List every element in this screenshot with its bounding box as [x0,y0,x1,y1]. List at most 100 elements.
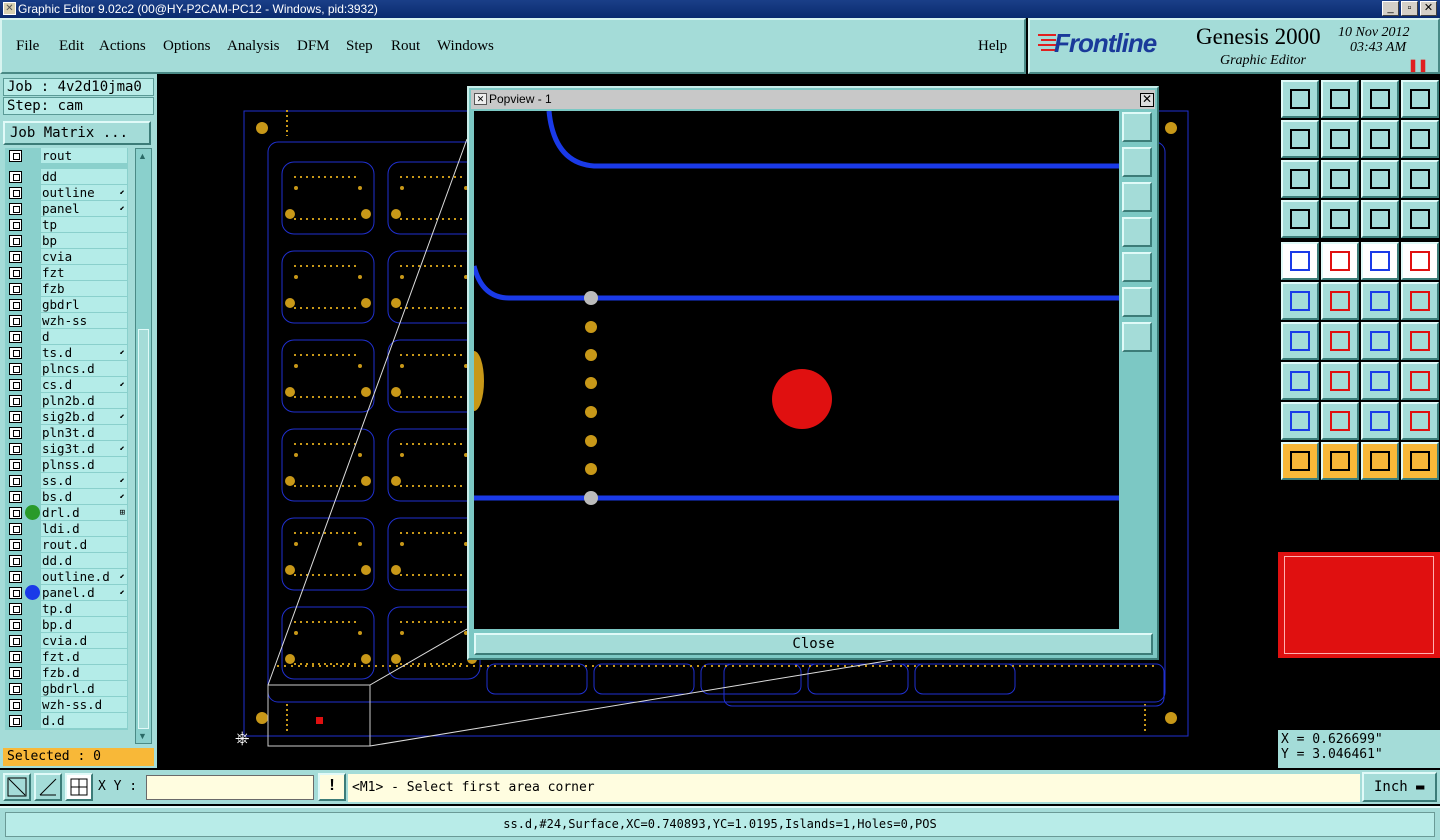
copy-icon[interactable] [1401,282,1439,320]
layer-name[interactable]: panel.d ⬋ [41,585,127,600]
layer-name[interactable]: plncs.d [41,361,127,376]
home-icon[interactable] [1361,80,1399,118]
layer-checkbox[interactable] [9,619,22,631]
snap-diagonal-icon[interactable] [3,773,31,801]
layer-checkbox[interactable] [9,555,22,567]
layer-checkbox[interactable] [9,459,22,471]
minimize-button[interactable]: _ [1382,1,1399,16]
layer-row[interactable]: dd [5,169,128,185]
layer-name[interactable]: rout.d [41,537,127,552]
layer-row[interactable]: cs.d ⬋ [5,377,128,393]
angle-icon[interactable] [1281,322,1319,360]
layer-row[interactable]: plncs.d [5,361,128,377]
popview-zoom-in-icon[interactable] [1122,287,1152,317]
layer-name[interactable]: outline ⬋ [41,185,127,200]
layer-checkbox[interactable] [9,491,22,503]
layer-row[interactable]: ts.d ⬋ [5,345,128,361]
pan-up-icon[interactable] [1281,80,1319,118]
menu-actions[interactable]: Actions [99,38,146,55]
maximize-button[interactable]: ▫ [1401,1,1418,16]
triangle-3-icon[interactable] [1361,402,1399,440]
line-icon[interactable] [1321,322,1359,360]
menu-rout[interactable]: Rout [391,38,420,55]
layer-name[interactable]: pln2b.d [41,393,127,408]
layer-name[interactable]: cs.d ⬋ [41,377,127,392]
snap-icon[interactable] [1401,120,1439,158]
draw-icon[interactable] [1321,242,1359,280]
layer-row[interactable]: bs.d ⬋ [5,489,128,505]
layer-row[interactable]: fzb.d [5,665,128,681]
layer-checkbox[interactable] [9,219,22,231]
layer-name[interactable]: cvia.d [41,633,127,648]
popview-pan-down-icon[interactable] [1122,182,1152,212]
layer-checkbox[interactable] [9,363,22,375]
measure-icon[interactable] [1281,200,1319,238]
popview-pan-right-icon[interactable] [1122,252,1152,282]
layer-row[interactable]: panel.d ⬋ [5,585,128,601]
menu-options[interactable]: Options [163,38,211,55]
popview-close-icon[interactable]: ✕ [1140,93,1154,107]
help-icon[interactable] [1401,160,1439,198]
layer-checkbox[interactable] [9,667,22,679]
pointer-icon[interactable] [1281,442,1319,480]
layer-checkbox[interactable] [9,379,22,391]
layer-checkbox[interactable] [9,539,22,551]
layer-checkbox[interactable] [9,395,22,407]
layer-row[interactable]: gbdrl [5,297,128,313]
triangle-2-icon[interactable] [1321,402,1359,440]
layer-checkbox[interactable] [9,235,22,247]
layer-name[interactable]: cvia [41,249,127,264]
select-feature-icon[interactable] [1281,242,1319,280]
layer-row[interactable]: d.d [5,713,128,729]
layer-checkbox[interactable] [9,299,22,311]
layer-checkbox[interactable] [9,251,22,263]
menu-analysis[interactable]: Analysis [227,38,280,55]
layer-checkbox[interactable] [9,683,22,695]
pan-down-icon[interactable] [1321,80,1359,118]
layer-row[interactable]: gbdrl.d [5,681,128,697]
layer-row[interactable]: wzh-ss.d [5,697,128,713]
layer-row[interactable]: fzt.d [5,649,128,665]
layer-row[interactable]: d [5,329,128,345]
cross-icon[interactable] [1321,282,1359,320]
layer-name[interactable]: ts.d ⬋ [41,345,127,360]
layer-row[interactable]: cvia.d [5,633,128,649]
layer-checkbox[interactable] [9,587,22,599]
popview-canvas[interactable] [471,110,1119,629]
layer-checkbox[interactable] [9,331,22,343]
scroll-thumb[interactable] [138,329,149,729]
layer-name[interactable]: bp [41,233,127,248]
layer-checkbox[interactable] [9,443,22,455]
layer-row[interactable]: cvia [5,249,128,265]
menu-dfm[interactable]: DFM [297,38,330,55]
pad-icon[interactable] [1401,242,1439,280]
zoom-back-icon[interactable] [1361,120,1399,158]
layer-row[interactable]: plnss.d [5,457,128,473]
layer-name[interactable]: d.d [41,713,127,728]
layer-checkbox[interactable] [9,150,22,162]
triangle-4-icon[interactable] [1401,402,1439,440]
layer-name[interactable]: sig3t.d ⬋ [41,441,127,456]
triangle-icon[interactable] [1281,402,1319,440]
layer-name[interactable]: d [41,329,127,344]
layer-name[interactable]: wzh-ss [41,313,127,328]
popview-pan-left-icon[interactable] [1122,217,1152,247]
layer-checkbox[interactable] [9,603,22,615]
layer-checkbox[interactable] [9,411,22,423]
layer-compare-icon[interactable] [1361,200,1399,238]
layer-name[interactable]: gbdrl.d [41,681,127,696]
layer-row[interactable]: fzt [5,265,128,281]
layer-name[interactable]: tp [41,217,127,232]
split-view-icon[interactable] [1401,80,1439,118]
layer-row[interactable]: sig3t.d ⬋ [5,441,128,457]
pointer-circle-icon[interactable] [1361,442,1399,480]
menu-file[interactable]: File [16,38,39,55]
layer-row[interactable]: bp.d [5,617,128,633]
layer-checkbox[interactable] [9,203,22,215]
layer-checkbox[interactable] [9,187,22,199]
layer-name[interactable]: fzt.d [41,649,127,664]
layer-name[interactable]: pln3t.d [41,425,127,440]
grid-icon[interactable] [1321,200,1359,238]
layer-name[interactable]: ss.d ⬋ [41,473,127,488]
layer-row[interactable]: bp [5,233,128,249]
